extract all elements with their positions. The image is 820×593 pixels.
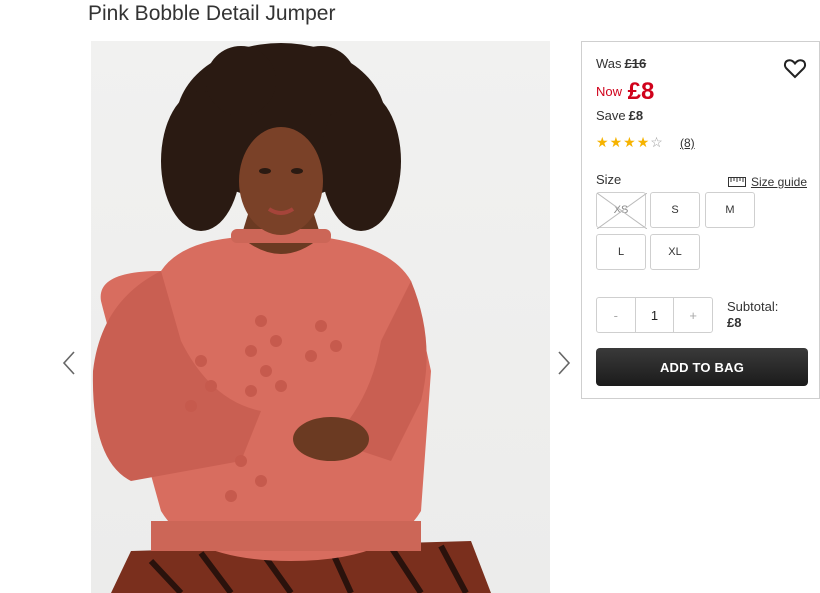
save-label: Save [596,108,626,123]
quantity-decrease-button[interactable]: - [597,298,635,332]
size-option-l[interactable]: L [596,234,646,270]
was-label: Was [596,56,622,71]
carousel-prev-button[interactable] [60,348,80,378]
chevron-right-icon [558,351,571,375]
size-option-xl[interactable]: XL [650,234,700,270]
subtotal-amount: £8 [727,315,742,330]
add-to-bag-button[interactable]: ADD TO BAG [596,348,808,386]
now-price-row: Now £8 [596,78,654,106]
quantity-increase-button[interactable]: + [674,298,712,332]
size-option-label: S [671,204,679,216]
quantity-input[interactable]: 1 [634,298,675,332]
star-icon: ★ [609,134,624,150]
now-price: £8 [627,78,655,105]
ruler-icon [727,177,746,187]
star-empty-icon: ☆ [650,134,664,150]
save-amount: £8 [628,108,644,123]
size-option-label: XL [668,246,682,258]
size-option-s[interactable]: S [650,192,700,228]
unavailable-cross-icon [597,193,647,229]
now-label: Now [596,84,623,99]
carousel-next-button[interactable] [553,348,573,378]
product-image [91,41,550,593]
wishlist-button[interactable] [783,56,807,80]
star-icon: ★ [596,134,610,150]
subtotal: Subtotal: £8 [727,299,778,331]
chevron-left-icon [62,351,75,375]
product-title: Pink Bobble Detail Jumper [88,2,336,25]
subtotal-label: Subtotal: [727,299,779,314]
was-price: £16 [624,56,647,71]
size-option-label: M [725,204,735,216]
star-icon: ★ [623,134,637,150]
size-option-label: L [617,246,625,258]
size-label: Size [596,172,622,187]
quantity-stepper: - 1 + [596,297,713,333]
save-row: Save £8 [596,108,643,123]
was-price-row: Was £16 [596,56,646,71]
size-option-m[interactable]: M [705,192,755,228]
review-count-link[interactable]: (8) [680,136,695,150]
purchase-panel: Was £16 Now £8 Save £8 ★★★★☆ (8) Size Size… [581,41,820,399]
size-option-xs[interactable]: XS [596,192,647,229]
star-rating: ★★★★☆ [596,134,664,151]
star-icon: ★ [636,134,651,150]
size-guide-link[interactable]: Size guide [727,175,807,189]
heart-icon [783,59,807,79]
size-guide-label: Size guide [750,175,807,189]
